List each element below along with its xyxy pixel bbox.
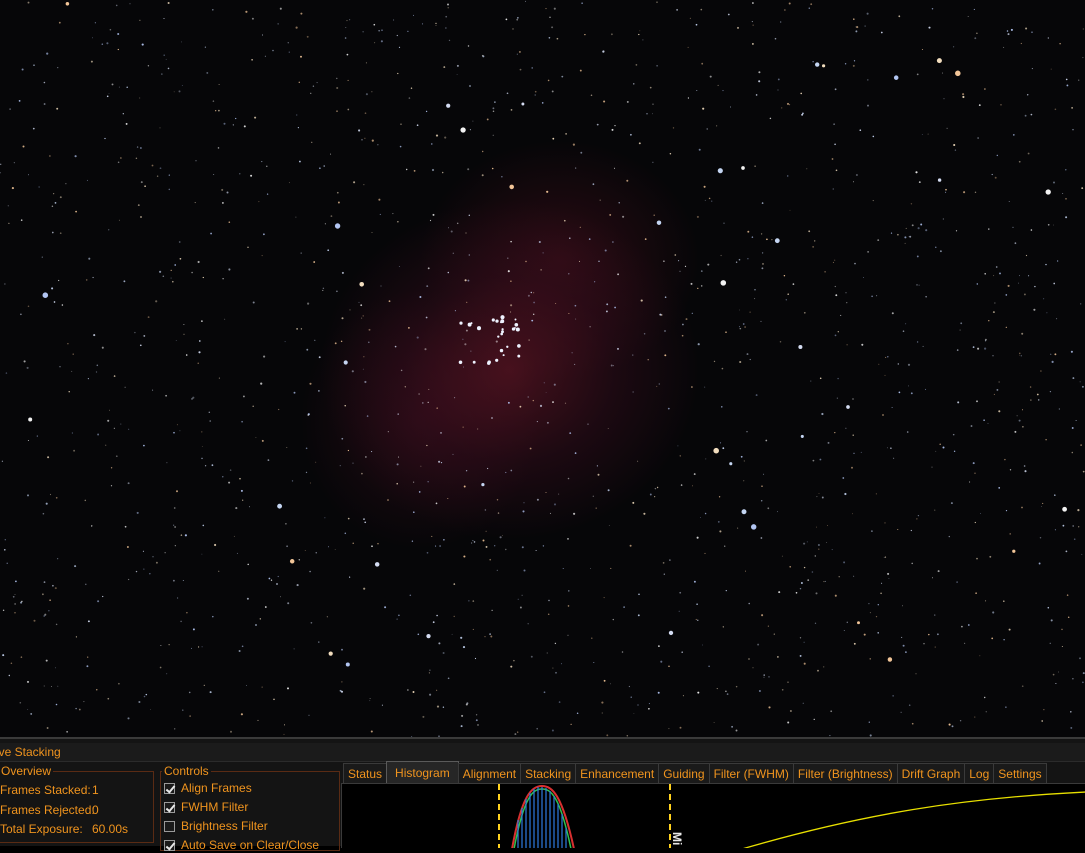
tab-stacking[interactable]: Stacking bbox=[520, 763, 577, 783]
total-exposure-label: Total Exposure: bbox=[0, 822, 83, 836]
auto-save-checkbox[interactable]: Auto Save on Clear/Close bbox=[164, 837, 319, 853]
stacked-image-view[interactable] bbox=[0, 0, 1085, 737]
align-frames-label: Align Frames bbox=[181, 781, 252, 795]
align-frames-checkbox[interactable]: Align Frames bbox=[164, 780, 252, 796]
panel-title: ive Stacking bbox=[0, 745, 61, 759]
frames-rejected-label: Frames Rejected: bbox=[0, 803, 95, 817]
checkbox-checked-icon[interactable] bbox=[164, 783, 175, 794]
tab-enhancement[interactable]: Enhancement bbox=[575, 763, 660, 783]
brightness-filter-checkbox[interactable]: Brightness Filter bbox=[164, 818, 268, 834]
mid-point-label: Mi bbox=[670, 832, 684, 845]
auto-save-label: Auto Save on Clear/Close bbox=[181, 838, 320, 852]
frames-rejected-value: 0 bbox=[92, 803, 99, 817]
tab-settings[interactable]: Settings bbox=[993, 763, 1047, 783]
panel-tabs: Status Histogram Alignment Stacking Enha… bbox=[343, 761, 1047, 783]
frames-stacked-label: Frames Stacked: bbox=[0, 783, 91, 797]
total-exposure-row: Total Exposure: 60.00s bbox=[0, 822, 128, 836]
tab-alignment[interactable]: Alignment bbox=[457, 763, 522, 783]
total-exposure-value: 60.00s bbox=[92, 822, 129, 836]
frames-stacked-value: 1 bbox=[92, 783, 99, 797]
tab-guiding[interactable]: Guiding bbox=[658, 763, 710, 783]
fwhm-filter-checkbox[interactable]: FWHM Filter bbox=[164, 799, 248, 815]
tab-drift-graph[interactable]: Drift Graph bbox=[896, 763, 966, 783]
tab-filter-fwhm[interactable]: Filter (FWHM) bbox=[708, 763, 794, 783]
checkbox-unchecked-icon[interactable] bbox=[164, 821, 175, 832]
frames-stacked-row: Frames Stacked: 1 bbox=[0, 783, 99, 797]
overview-title: Overview bbox=[0, 764, 54, 778]
tab-log[interactable]: Log bbox=[964, 763, 995, 783]
panel-title-bar[interactable]: ive Stacking bbox=[0, 743, 1085, 762]
controls-title: Controls bbox=[162, 764, 211, 778]
live-stacking-panel: ive Stacking Overview Frames Stacked: 1 … bbox=[0, 737, 1085, 852]
brightness-filter-label: Brightness Filter bbox=[181, 819, 268, 833]
histogram-plot: Mi bbox=[498, 784, 1085, 848]
histogram-blue-bars bbox=[517, 787, 567, 848]
histogram-view[interactable]: Mi bbox=[341, 783, 1085, 848]
starfield bbox=[0, 0, 1085, 737]
tab-status[interactable]: Status bbox=[343, 763, 388, 783]
tab-histogram[interactable]: Histogram bbox=[386, 761, 459, 783]
fwhm-filter-label: FWHM Filter bbox=[181, 800, 249, 814]
frames-rejected-row: Frames Rejected: 0 bbox=[0, 803, 99, 817]
checkbox-checked-icon[interactable] bbox=[164, 802, 175, 813]
tab-filter-brightness[interactable]: Filter (Brightness) bbox=[792, 763, 898, 783]
stretch-curve bbox=[743, 791, 1085, 848]
